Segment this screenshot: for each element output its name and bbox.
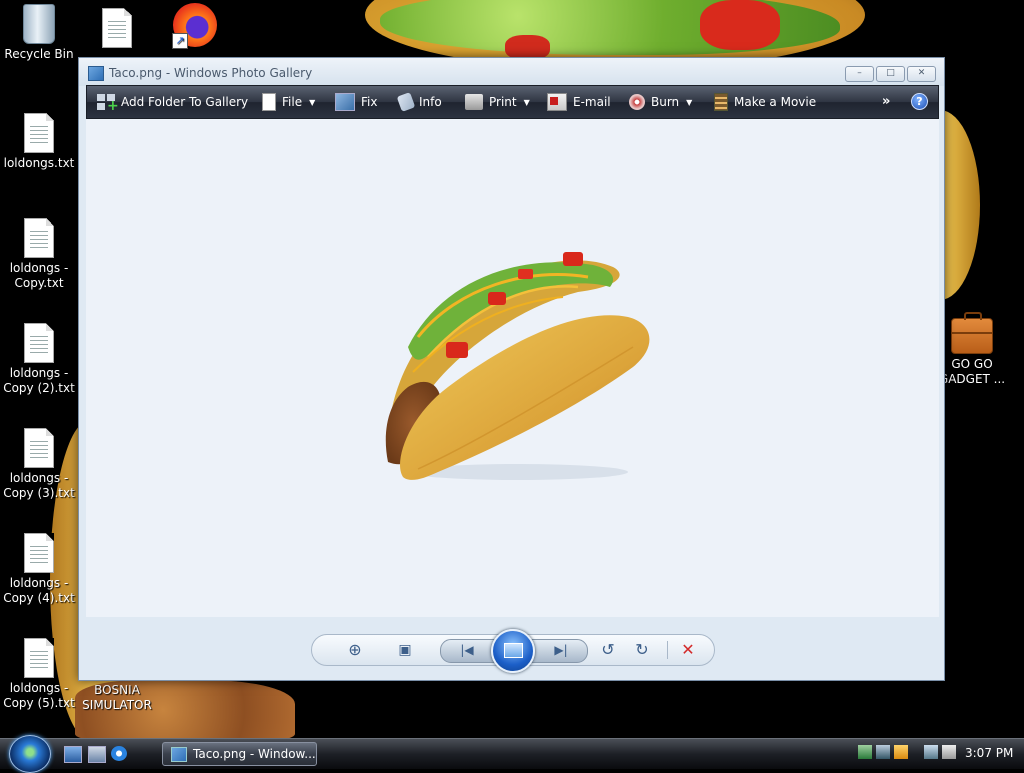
- desktop-icon-loldongs[interactable]: loldongs.txt: [1, 113, 77, 171]
- file-label: File: [282, 95, 303, 109]
- film-strip-icon: [714, 93, 728, 111]
- printer-icon: [465, 94, 483, 110]
- desktop-icon-recycle-bin[interactable]: Recycle Bin: [1, 4, 77, 62]
- taco-image: [385, 252, 650, 480]
- desktop-icon-loldongs-copy-5[interactable]: loldongs - Copy (5).txt: [1, 638, 77, 711]
- taskbar-button-label: Taco.png - Window...: [193, 747, 316, 761]
- burn-menu-button[interactable]: Burn ▼: [629, 86, 692, 118]
- switch-windows-icon[interactable]: [88, 746, 106, 763]
- firefox-icon: ↗: [172, 3, 217, 49]
- text-file-icon: [24, 113, 54, 153]
- chevron-down-icon: ▼: [309, 97, 316, 107]
- image-viewer[interactable]: [86, 119, 939, 617]
- desktop-icon-label: loldongs.txt: [3, 156, 75, 170]
- print-label: Print: [489, 95, 517, 109]
- tray-app-icon[interactable]: [876, 745, 890, 759]
- viewer-controls: ⊕ ▣ |◀ ▶| ↺ ↻ ✕: [311, 629, 715, 673]
- disc-icon: [629, 94, 645, 110]
- clock[interactable]: 3:07 PM: [965, 746, 1013, 760]
- info-tag-icon: [396, 92, 416, 112]
- close-button[interactable]: ✕: [907, 66, 936, 82]
- text-file-icon: [24, 428, 54, 468]
- desktop-icon-text-file[interactable]: [79, 8, 155, 51]
- previous-button[interactable]: |◀: [452, 639, 482, 661]
- photo-gallery-app-icon: [88, 66, 104, 81]
- tray-warning-icon[interactable]: [894, 745, 908, 759]
- fix-icon: [335, 93, 355, 111]
- email-icon: [547, 93, 567, 111]
- desktop-icon-label: BOSNIA SIMULATOR: [82, 683, 152, 712]
- burn-label: Burn: [651, 95, 680, 109]
- photo-gallery-window: Taco.png - Windows Photo Gallery – □ ✕ A…: [78, 57, 945, 681]
- text-file-icon: [24, 533, 54, 573]
- make-a-movie-button[interactable]: Make a Movie: [714, 86, 816, 118]
- command-bar: Add Folder To Gallery File ▼ Fix Info Pr…: [86, 85, 939, 119]
- tray-monitor-icon[interactable]: [924, 745, 938, 759]
- desktop-icon-label: loldongs - Copy (3).txt: [3, 471, 75, 500]
- control-divider: [667, 641, 668, 659]
- file-menu-button[interactable]: File ▼: [262, 86, 315, 118]
- file-icon: [262, 93, 276, 111]
- recycle-bin-icon: [23, 4, 55, 44]
- more-commands-chevron-icon[interactable]: »: [882, 94, 890, 109]
- desktop-icon-firefox[interactable]: ↗: [157, 3, 233, 50]
- start-button[interactable]: [9, 735, 51, 773]
- info-label: Info: [419, 95, 442, 109]
- desktop-icon-label: loldongs - Copy (2).txt: [3, 366, 75, 395]
- next-button[interactable]: ▶|: [546, 639, 576, 661]
- rotate-clockwise-icon[interactable]: ↻: [631, 639, 653, 661]
- desktop-icon-bosnia-simulator[interactable]: BOSNIA SIMULATOR: [79, 683, 155, 713]
- show-desktop-icon[interactable]: [64, 746, 82, 763]
- desktop-icon-loldongs-copy[interactable]: loldongs - Copy.txt: [1, 218, 77, 291]
- actual-size-icon[interactable]: ▣: [394, 639, 416, 661]
- desktop-icon-label: Recycle Bin: [4, 47, 74, 61]
- photo-gallery-app-icon: [171, 746, 187, 762]
- title-bar[interactable]: Taco.png - Windows Photo Gallery – □ ✕: [79, 58, 944, 86]
- shortcut-arrow-icon: ↗: [172, 33, 188, 49]
- tray-network-icon[interactable]: [858, 745, 872, 759]
- make-movie-label: Make a Movie: [734, 95, 817, 109]
- desktop-icon-label: loldongs - Copy (4).txt: [3, 576, 75, 605]
- taskbar: Taco.png - Window... 3:07 PM: [0, 735, 1024, 773]
- desktop-icon-loldongs-copy-4[interactable]: loldongs - Copy (4).txt: [1, 533, 77, 606]
- email-label: E-mail: [573, 95, 611, 109]
- internet-explorer-icon[interactable]: [111, 746, 127, 761]
- taskbar-button-photo-gallery[interactable]: Taco.png - Window...: [162, 742, 317, 766]
- text-file-icon: [24, 218, 54, 258]
- slideshow-button[interactable]: [491, 629, 535, 673]
- chevron-down-icon: ▼: [686, 97, 693, 107]
- delete-icon[interactable]: ✕: [677, 639, 699, 661]
- add-folder-to-gallery-button[interactable]: Add Folder To Gallery: [97, 86, 248, 118]
- text-file-icon: [24, 638, 54, 678]
- desktop-icon-go-go-gadget[interactable]: GO GO GADGET ...: [934, 312, 1010, 387]
- print-menu-button[interactable]: Print ▼: [465, 86, 530, 118]
- zoom-icon[interactable]: ⊕: [340, 639, 370, 661]
- window-title: Taco.png - Windows Photo Gallery: [109, 66, 313, 80]
- desktop-icon-label: GO GO GADGET ...: [938, 357, 1006, 386]
- maximize-button[interactable]: □: [876, 66, 905, 82]
- add-folder-icon: [97, 94, 119, 114]
- email-button[interactable]: E-mail: [547, 86, 611, 118]
- fix-button[interactable]: Fix: [335, 86, 377, 118]
- text-file-icon: [102, 8, 132, 48]
- fix-label: Fix: [361, 95, 378, 109]
- rotate-counterclockwise-icon[interactable]: ↺: [597, 639, 619, 661]
- chevron-down-icon: ▼: [523, 97, 530, 107]
- add-folder-label: Add Folder To Gallery: [121, 95, 249, 109]
- wallpaper-taco-tomato: [700, 0, 780, 50]
- desktop-icon-label: loldongs - Copy (5).txt: [3, 681, 75, 710]
- minimize-button[interactable]: –: [845, 66, 874, 82]
- desktop-icon-loldongs-copy-2[interactable]: loldongs - Copy (2).txt: [1, 323, 77, 396]
- text-file-icon: [24, 323, 54, 363]
- desktop-icon-loldongs-copy-3[interactable]: loldongs - Copy (3).txt: [1, 428, 77, 501]
- info-button[interactable]: Info: [396, 86, 442, 118]
- desktop-icon-label: loldongs - Copy.txt: [9, 261, 69, 290]
- help-icon[interactable]: ?: [911, 93, 928, 110]
- briefcase-icon: [951, 312, 993, 354]
- volume-muted-icon[interactable]: [942, 745, 956, 759]
